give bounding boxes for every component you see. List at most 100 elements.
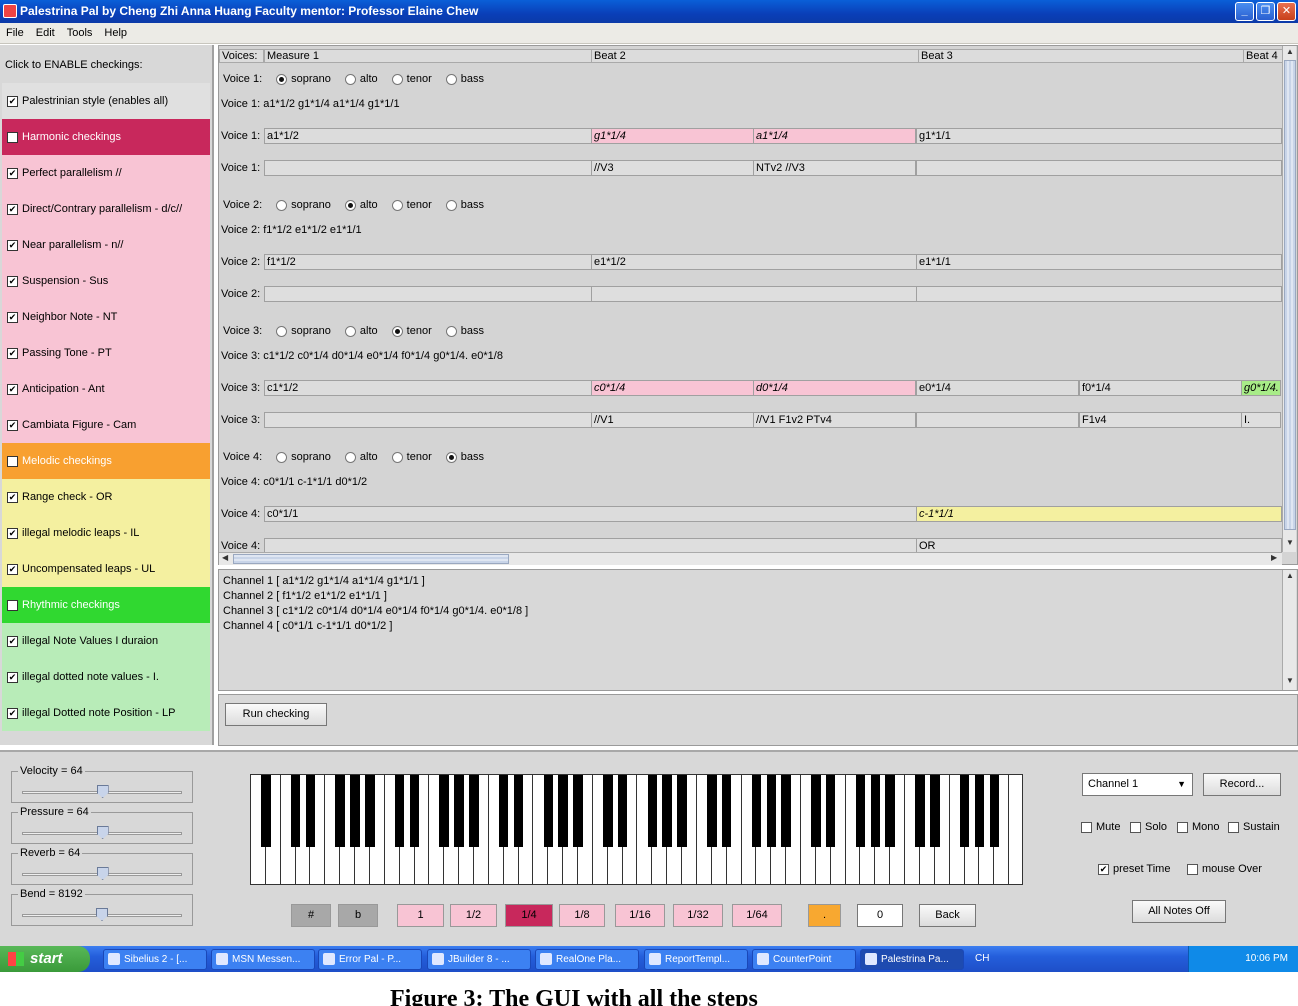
black-key[interactable] xyxy=(885,775,895,847)
scroll-right-icon[interactable]: ▶ xyxy=(1271,553,1277,562)
close-button[interactable]: ✕ xyxy=(1277,2,1296,21)
run-checking-button[interactable]: Run checking xyxy=(225,703,327,726)
checkbox[interactable]: ✔ xyxy=(7,311,18,323)
note-cell[interactable]: c0*1/4 xyxy=(591,380,754,396)
octave-field[interactable]: 0 xyxy=(857,904,903,927)
sharp-button[interactable]: # xyxy=(291,904,331,927)
black-key[interactable] xyxy=(335,775,345,847)
radio-tenor[interactable] xyxy=(391,451,403,463)
taskbar-item[interactable]: CounterPoint xyxy=(752,949,856,970)
checking-item[interactable]: ✔ Near parallelism - n// xyxy=(2,227,210,263)
scroll-up-icon[interactable]: ▲ xyxy=(1286,571,1294,580)
scroll-left-icon[interactable]: ◀ xyxy=(222,553,228,562)
checking-item[interactable]: ✔ Harmonic checkings xyxy=(2,119,210,155)
checking-item[interactable]: ✔ Cambiata Figure - Cam xyxy=(2,407,210,443)
black-key[interactable] xyxy=(498,775,509,847)
solo-box[interactable] xyxy=(1130,821,1141,833)
checkbox[interactable]: ✔ xyxy=(7,275,18,287)
checkbox[interactable]: ✔ xyxy=(7,131,18,143)
mouse-over-checkbox[interactable]: mouse Over xyxy=(1187,863,1262,875)
record-button[interactable]: Record... xyxy=(1203,773,1281,796)
menu-file[interactable]: File xyxy=(0,23,30,39)
radio-soprano[interactable] xyxy=(276,325,288,337)
radio-soprano[interactable] xyxy=(276,73,288,85)
preset-time-checkbox[interactable]: ✔ preset Time xyxy=(1098,863,1170,875)
taskbar-item[interactable]: JBuilder 8 - ... xyxy=(427,949,531,970)
checking-item[interactable]: ✔ Melodic checkings xyxy=(2,443,210,479)
mute-checkbox[interactable]: Mute xyxy=(1081,821,1120,833)
duration-button[interactable]: 1/64 xyxy=(732,904,782,927)
slider-knob[interactable] xyxy=(96,867,109,880)
mouse-over-box[interactable] xyxy=(1187,863,1198,875)
sustain-checkbox[interactable]: Sustain xyxy=(1228,821,1280,833)
note-cell[interactable]: c0*1/1 xyxy=(264,506,917,522)
black-key[interactable] xyxy=(305,775,316,847)
radio-alto[interactable] xyxy=(344,73,356,85)
scroll-down-icon[interactable]: ▼ xyxy=(1286,676,1294,685)
black-key[interactable] xyxy=(647,775,658,847)
radio-bass[interactable] xyxy=(445,199,457,211)
checkbox[interactable]: ✔ xyxy=(7,167,18,179)
checkbox[interactable]: ✔ xyxy=(7,347,18,359)
checkbox[interactable]: ✔ xyxy=(7,419,18,431)
taskbar-item[interactable]: ReportTempl... xyxy=(644,949,748,970)
mono-checkbox[interactable]: Mono xyxy=(1177,821,1220,833)
black-key[interactable] xyxy=(290,775,301,847)
channels-scrollbar[interactable]: ▲ ▼ xyxy=(1282,570,1296,690)
sustain-box[interactable] xyxy=(1228,821,1239,833)
black-key[interactable] xyxy=(603,775,613,847)
radio-soprano[interactable] xyxy=(276,451,288,463)
checking-item[interactable]: ✔ Palestrinian style (enables all) xyxy=(2,83,210,119)
mono-box[interactable] xyxy=(1177,821,1188,833)
all-notes-off-button[interactable]: All Notes Off xyxy=(1132,900,1226,923)
black-key[interactable] xyxy=(409,775,420,847)
dot-button[interactable]: . xyxy=(808,904,841,927)
menu-help[interactable]: Help xyxy=(98,23,133,39)
radio-alto[interactable] xyxy=(344,199,356,211)
checkbox[interactable]: ✔ xyxy=(7,203,18,215)
checking-item[interactable]: ✔ illegal Note Values I duraion xyxy=(2,623,210,659)
taskbar-item[interactable]: Sibelius 2 - [... xyxy=(103,949,207,970)
black-key[interactable] xyxy=(781,775,791,847)
language-indicator[interactable]: CH xyxy=(975,946,989,972)
black-key[interactable] xyxy=(365,775,375,847)
checking-item[interactable]: ✔ Direct/Contrary parallelism - d/c// xyxy=(2,191,210,227)
minimize-button[interactable]: _ xyxy=(1235,2,1254,21)
note-cell[interactable]: g1*1/4 xyxy=(591,128,754,144)
scroll-thumb[interactable] xyxy=(1284,60,1296,530)
slider-knob[interactable] xyxy=(96,908,108,921)
black-key[interactable] xyxy=(543,775,554,847)
duration-button[interactable]: 1/2 xyxy=(450,904,497,927)
preset-time-box[interactable]: ✔ xyxy=(1098,863,1109,875)
back-button[interactable]: Back xyxy=(919,904,976,927)
black-key[interactable] xyxy=(677,775,687,847)
checking-item[interactable]: ✔ Suspension - Sus xyxy=(2,263,210,299)
radio-bass[interactable] xyxy=(445,325,457,337)
slider-knob[interactable] xyxy=(96,785,109,798)
maximize-button[interactable]: ❐ xyxy=(1256,2,1275,21)
black-key[interactable] xyxy=(766,775,777,847)
note-cell[interactable]: g1*1/1 xyxy=(916,128,1282,144)
checkbox[interactable]: ✔ xyxy=(7,599,18,611)
checking-item[interactable]: ✔ illegal Dotted note Position - LP xyxy=(2,695,210,731)
black-key[interactable] xyxy=(721,775,732,847)
duration-button[interactable]: 1/32 xyxy=(673,904,723,927)
checkbox[interactable]: ✔ xyxy=(7,383,18,395)
black-key[interactable] xyxy=(974,775,985,847)
channels-textarea[interactable]: Channel 1 [ a1*1/2 g1*1/4 a1*1/4 g1*1/1 … xyxy=(218,569,1298,691)
menu-edit[interactable]: Edit xyxy=(30,23,61,39)
note-cell[interactable]: c-1*1/1 xyxy=(916,506,1282,522)
checkbox[interactable]: ✔ xyxy=(7,527,18,539)
note-cell[interactable]: f1*1/2 xyxy=(264,254,592,270)
black-key[interactable] xyxy=(513,775,524,847)
black-key[interactable] xyxy=(261,775,271,847)
flat-button[interactable]: b xyxy=(338,904,378,927)
black-key[interactable] xyxy=(930,775,940,847)
piano-keyboard[interactable] xyxy=(250,774,1023,885)
black-key[interactable] xyxy=(855,775,866,847)
mute-box[interactable] xyxy=(1081,821,1092,833)
black-key[interactable] xyxy=(617,775,628,847)
black-key[interactable] xyxy=(439,775,449,847)
note-cell[interactable]: a1*1/2 xyxy=(264,128,592,144)
black-key[interactable] xyxy=(469,775,479,847)
